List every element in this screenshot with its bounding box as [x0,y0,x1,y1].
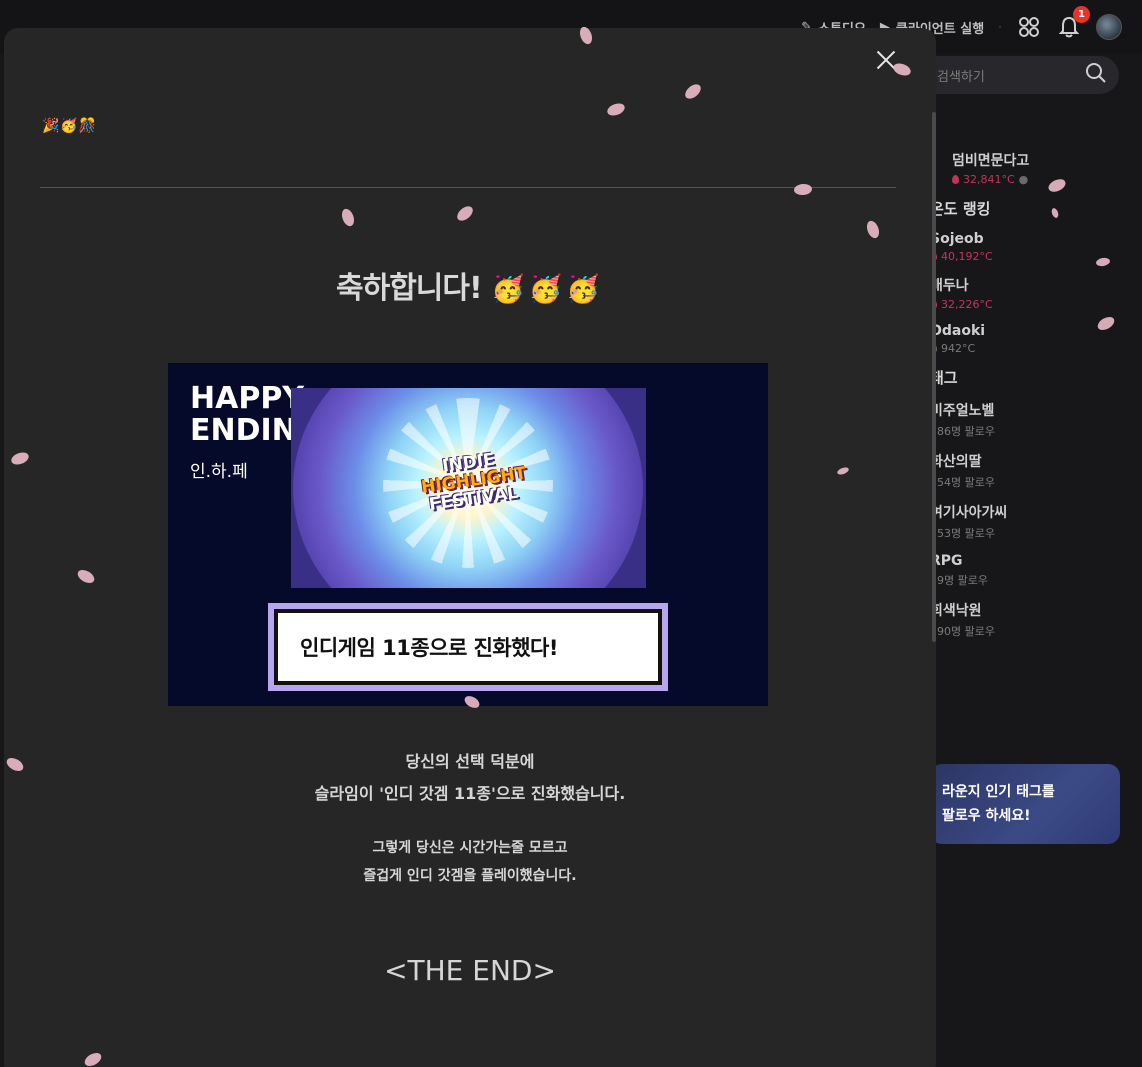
featured-user[interactable]: 덤비면문다고 32,841°C ● [930,150,1130,186]
headline-emojis: 🥳🥳🥳 [491,274,604,305]
apps-grid-icon[interactable] [1016,14,1042,40]
story-paragraph-1: 당신의 선택 덕분에 슬라임이 '인디 갓겜 11종'으로 진화했습니다. [4,746,936,810]
tag-item[interactable]: 여기사아가씨 253명 팔로우 [930,502,1130,541]
ranking-temperature-row: 40,192°C [930,250,1130,263]
promo-card[interactable]: 라운지 인기 태그를 팔로우 하세요! [930,764,1120,844]
ranking-item[interactable]: Odaoki 942°C [930,323,1130,355]
featured-user-name: 덤비면문다고 [952,153,1030,169]
ending-modal: 🎉🥳🎊 축하합니다! 🥳🥳🥳 HAPPY ENDING 인.하.페 INDIE … [4,28,936,1067]
tag-followers: 39명 팔로우 [930,574,988,587]
ranking-item[interactable]: 배두나 32,226°C [930,275,1130,311]
ranking-temperature: 40,192°C [941,250,993,263]
ranking-temperature: 942°C [941,342,976,355]
party-emojis: 🎉🥳🎊 [42,118,98,134]
divider [40,187,896,188]
bell-icon[interactable]: 1 [1056,6,1090,40]
tag-name: 비주얼노벨 [930,403,995,419]
banner-subtitle: 인.하.페 [190,462,248,482]
message-text: 인디게임 11종으로 진화했다! [300,636,558,660]
featured-user-temperature-row: 32,841°C ● [952,173,1130,186]
separator-dot: · [998,20,1002,34]
ending-banner-image: HAPPY ENDING 인.하.페 INDIE HIGHLIGHT FESTI… [168,363,768,706]
page-title: 축하합니다! 🥳🥳🥳 [4,263,936,307]
avatar[interactable] [1096,14,1122,40]
tags-title: 태그 [930,369,958,387]
story-line-3: 그렇게 당신은 시간가는줄 모르고 [372,840,568,856]
story-line-2: 슬라임이 '인디 갓겜 11종'으로 진화했습니다. [314,784,626,803]
tag-item[interactable]: RPG 39명 팔로우 [930,553,1130,588]
message-box-inner: 인디게임 11종으로 진화했다! [274,609,662,685]
the-end-text: <THE END> [384,954,556,987]
search-placeholder: 검색하기 [937,69,985,85]
tag-name: 회색낙원 [930,603,982,619]
ranking-name: 배두나 [930,278,969,294]
story-paragraph-2: 그렇게 당신은 시간가는줄 모르고 즐겁게 인디 갓겜을 플레이했습니다. [4,834,936,890]
promo-line-2: 팔로우 하세요! [942,808,1031,824]
headline-text: 축하합니다! [336,271,483,306]
right-sidebar: 덤비면문다고 32,841°C ● 온도 랭킹 Sojeob 40,192°C … [930,150,1130,651]
tag-item[interactable]: 비주얼노벨 186명 팔로우 [930,400,1130,439]
tag-followers: 253명 팔로우 [930,527,995,540]
ranking-temperature-row: 942°C [930,342,1130,355]
search-icon[interactable] [1085,62,1107,88]
tag-followers: 186명 팔로우 [930,425,995,438]
tag-item[interactable]: 회색낙원 290명 팔로우 [930,600,1130,639]
search-input[interactable]: 검색하기 [905,56,1119,94]
modal-scrollbar[interactable] [932,112,936,642]
message-box: 인디게임 11종으로 진화했다! [268,603,668,691]
promo-line-1: 라운지 인기 태그를 [942,784,1055,800]
tag-item[interactable]: 화산의딸 354명 팔로우 [930,451,1130,490]
ranking-name: Sojeob [930,231,984,247]
story-line-1: 당신의 선택 덕분에 [405,752,535,771]
close-icon[interactable] [872,46,900,74]
ranking-name: Odaoki [930,323,986,339]
tag-name: RPG [930,553,963,569]
tag-name: 여기사아가씨 [930,505,1008,521]
featured-user-temperature: 32,841°C [963,173,1015,186]
tag-followers: 290명 팔로우 [930,625,995,638]
ranking-item[interactable]: Sojeob 40,192°C [930,231,1130,263]
tag-followers: 354명 팔로우 [930,476,995,489]
ranking-title: 온도 랭킹 [930,200,991,218]
story-line-4: 즐겁게 인디 갓겜을 플레이했습니다. [363,868,577,884]
info-icon[interactable]: ● [1019,173,1029,186]
notification-badge: 1 [1073,6,1090,23]
flame-icon [952,175,959,184]
tag-name: 화산의딸 [930,454,982,470]
ranking-temperature: 32,226°C [941,298,993,311]
festival-artwork: INDIE HIGHLIGHT FESTIVAL [291,388,646,588]
ranking-temperature-row: 32,226°C [930,298,1130,311]
